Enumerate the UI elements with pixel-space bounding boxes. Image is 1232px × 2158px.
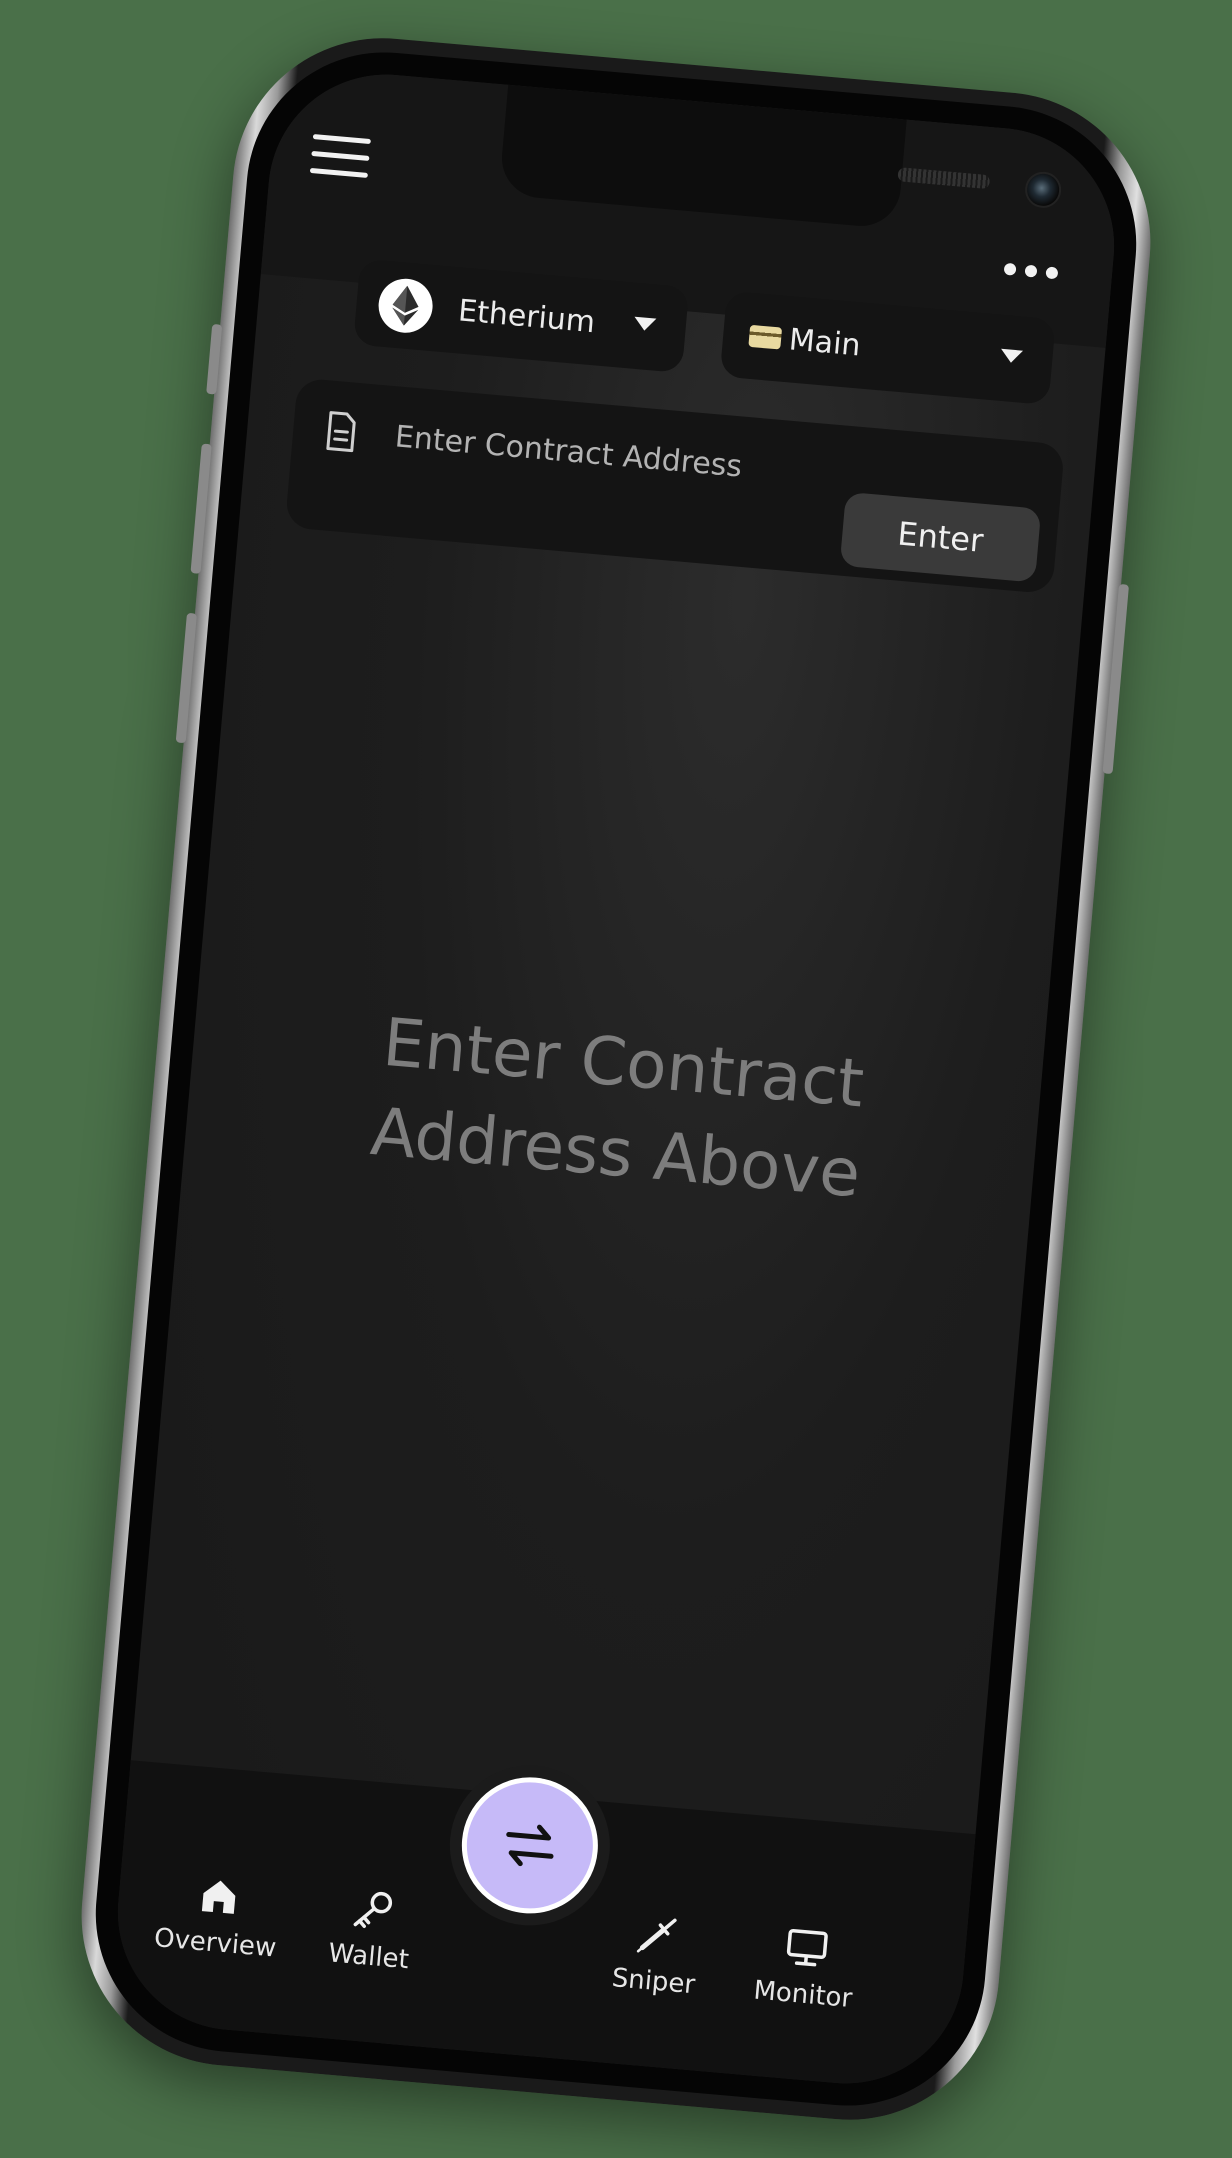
phone-bezel: Etherium Main Enter Contract Address Ent…	[84, 40, 1148, 2118]
nav-monitor-label: Monitor	[752, 1975, 854, 2015]
ethereum-icon	[376, 276, 435, 335]
document-icon	[326, 411, 356, 453]
stage: Etherium Main Enter Contract Address Ent…	[0, 0, 1232, 2158]
nav-wallet[interactable]: Wallet	[298, 1882, 445, 1978]
nav-monitor[interactable]: Monitor	[732, 1920, 879, 2016]
swap-arrows-icon	[506, 1824, 554, 1867]
phone-frame: Etherium Main Enter Contract Address Ent…	[69, 25, 1163, 2133]
volume-up-button	[190, 443, 212, 574]
nav-sniper-label: Sniper	[610, 1963, 697, 2001]
empty-state-message: Enter Contract Address Above	[243, 987, 996, 1231]
nav-overview[interactable]: Overview	[144, 1869, 291, 1965]
front-camera	[1023, 170, 1063, 210]
notch	[498, 84, 1063, 230]
ellipsis-icon[interactable]	[984, 247, 1077, 295]
credit-card-icon	[748, 324, 783, 350]
hamburger-icon[interactable]	[309, 118, 385, 194]
chain-selector-label: Etherium	[456, 292, 597, 340]
syringe-icon	[636, 1918, 677, 1953]
volume-down-button	[175, 612, 197, 744]
nav-sniper[interactable]: Sniper	[582, 1907, 729, 2003]
power-button	[1102, 583, 1130, 775]
nav-wallet-label: Wallet	[327, 1938, 411, 1976]
app-screen: Etherium Main Enter Contract Address Ent…	[108, 64, 1124, 2094]
mute-switch	[206, 323, 223, 395]
enter-button[interactable]: Enter	[839, 491, 1042, 583]
home-icon	[201, 1880, 236, 1914]
contract-address-row: Enter	[284, 377, 1065, 595]
monitor-icon	[786, 1928, 828, 1967]
caret-down-icon	[999, 348, 1024, 364]
nav-overview-label: Overview	[152, 1923, 278, 1964]
swap-button[interactable]	[456, 1771, 604, 1920]
contract-address-input[interactable]	[390, 410, 818, 499]
caret-down-icon	[633, 316, 657, 332]
earpiece-speaker	[897, 167, 991, 190]
key-icon	[353, 1891, 393, 1929]
bottom-navigation: Overview Wallet Sniper Monitor	[108, 1758, 976, 2094]
wallet-selector-label: Main	[787, 321, 863, 363]
